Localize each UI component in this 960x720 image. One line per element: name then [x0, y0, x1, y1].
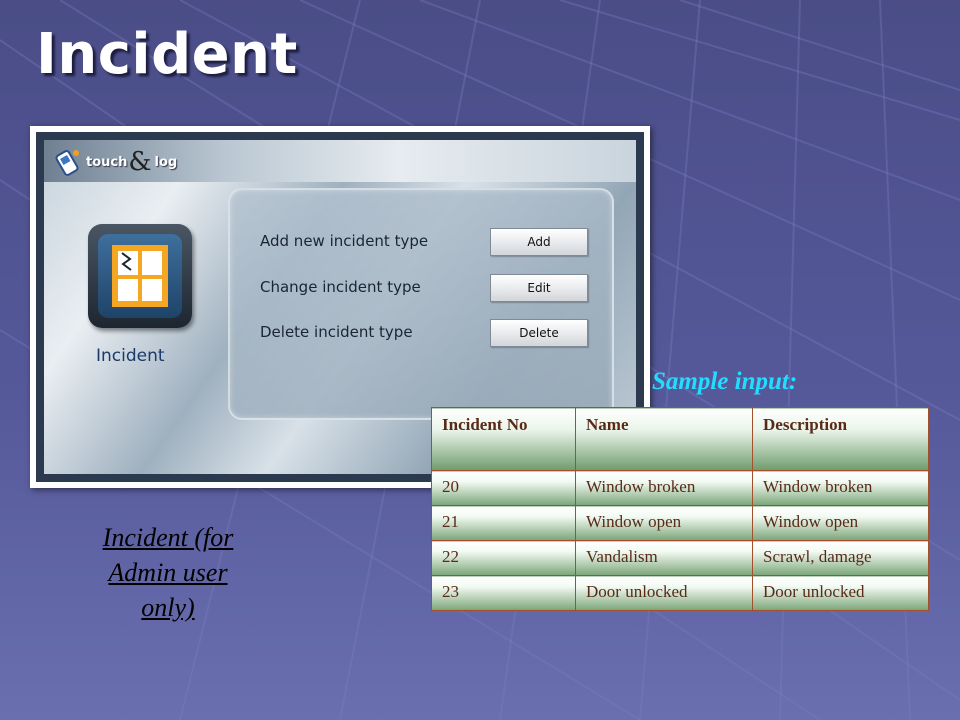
module-label: Incident: [96, 346, 165, 366]
logo-text-log: log: [154, 154, 178, 170]
app-header: touch & log: [44, 140, 636, 182]
screenshot-caption: Incident (for Admin user only): [70, 520, 266, 625]
cell-description: Window broken: [752, 470, 929, 506]
delete-incident-type-label: Delete incident type: [260, 323, 413, 341]
sample-input-label: Sample input:: [652, 368, 798, 395]
table-row: 23 Door unlocked Door unlocked: [431, 575, 929, 611]
table-row: 21 Window open Window open: [431, 505, 929, 541]
slide-title: Incident: [36, 22, 298, 87]
table-row: 20 Window broken Window broken: [431, 470, 929, 506]
change-incident-type-label: Change incident type: [260, 278, 421, 296]
sample-input-table: Incident No Name Description 20 Window b…: [431, 407, 929, 611]
menu-row-add: Add new incident type Add: [260, 228, 600, 258]
cell-name: Door unlocked: [575, 575, 753, 611]
header-incident-no: Incident No: [431, 407, 576, 471]
header-description: Description: [752, 407, 929, 471]
cell-incident-no: 20: [431, 470, 576, 506]
caption-line-2: Admin user: [108, 558, 228, 587]
add-button[interactable]: Add: [490, 228, 588, 256]
cell-incident-no: 23: [431, 575, 576, 611]
cell-description: Window open: [752, 505, 929, 541]
incident-module-button[interactable]: [88, 224, 192, 328]
cell-description: Scrawl, damage: [752, 540, 929, 576]
cell-name: Vandalism: [575, 540, 753, 576]
add-incident-type-label: Add new incident type: [260, 232, 429, 250]
incident-menu-panel: Add new incident type Add Change inciden…: [228, 188, 614, 420]
cell-incident-no: 21: [431, 505, 576, 541]
caption-line-3: only): [141, 593, 195, 622]
phone-logo-icon: [55, 150, 79, 176]
logo-ampersand: &: [128, 147, 152, 177]
table-row: 22 Vandalism Scrawl, damage: [431, 540, 929, 576]
header-name: Name: [575, 407, 753, 471]
menu-row-edit: Change incident type Edit: [260, 274, 600, 304]
cell-name: Window broken: [575, 470, 753, 506]
touchandlog-logo: touch & log: [54, 146, 177, 178]
edit-button[interactable]: Edit: [490, 274, 588, 302]
menu-row-delete: Delete incident type Delete: [260, 319, 600, 349]
logo-text-touch: touch: [86, 154, 128, 170]
cell-incident-no: 22: [431, 540, 576, 576]
delete-button[interactable]: Delete: [490, 319, 588, 347]
cell-description: Door unlocked: [752, 575, 929, 611]
table-header-row: Incident No Name Description: [431, 407, 929, 471]
broken-window-icon: [112, 245, 168, 307]
caption-line-1: Incident (for: [102, 523, 234, 552]
cell-name: Window open: [575, 505, 753, 541]
